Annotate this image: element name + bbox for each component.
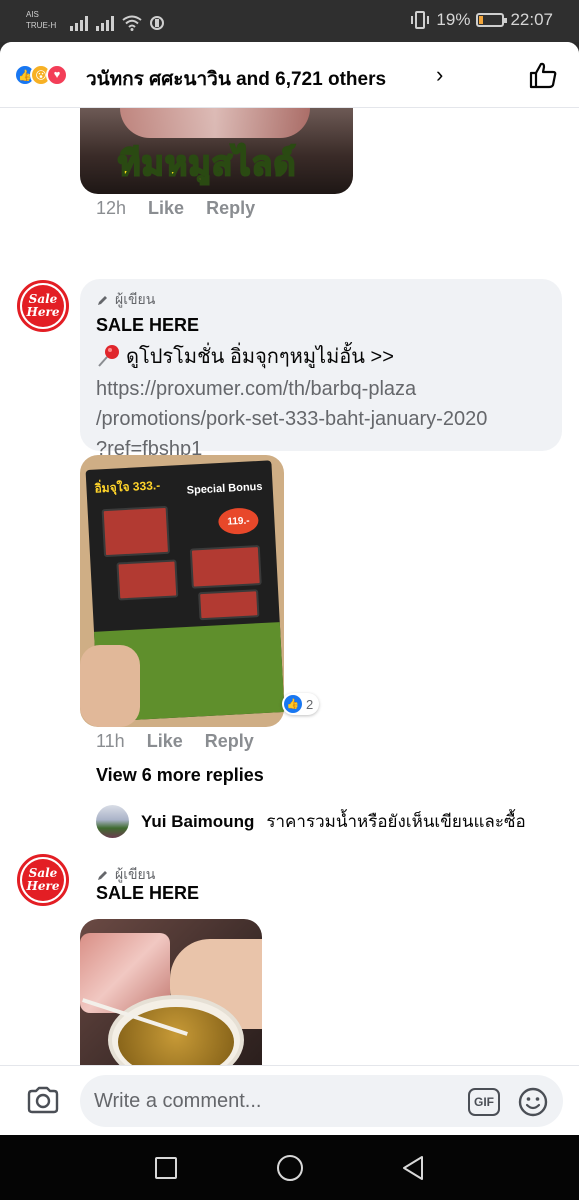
chevron-right-icon[interactable]: › [436,62,443,88]
reactions-header[interactable]: 👍 😮 ♥ วนัทกร ศศะนาวิน and 6,721 others › [0,42,579,108]
author-badge: ผู้เขียน [96,289,546,311]
comment-meta: 12h Like Reply [96,198,255,219]
reply-link[interactable]: Reply [206,198,255,219]
comment-author[interactable]: SALE HERE [96,315,546,336]
meat-tray [101,505,171,558]
emoji-icon[interactable] [517,1086,549,1118]
recents-button[interactable] [155,1157,177,1179]
sale-here-logo: Sale Here [22,859,64,901]
comment-text: ดูโปรโมชั่น อิ่มจุกๆหมูไม่อั้น >> [96,340,546,372]
pencil-icon [98,295,107,305]
system-nav-bar [0,1135,579,1200]
love-reaction-icon: ♥ [46,64,68,86]
comment-link[interactable]: https://proxumer.com/th/barbq-plaza /pro… [96,374,546,464]
comment-meta: 11h Like Reply [96,731,254,752]
meat-tray [116,559,179,601]
status-right: 19% 22:07 [410,10,553,30]
comment-bubble[interactable]: ผู้เขียน SALE HERE ดูโปรโมชั่น อิ่มจุกๆห… [80,279,562,460]
battery-percent: 19% [436,10,471,29]
reaction-summary[interactable]: วนัทกร ศศะนาวิน and 6,721 others [86,64,386,94]
sale-here-logo: Sale Here [22,285,64,327]
meat-tray [198,589,260,621]
like-reaction-icon: 👍 [284,695,302,713]
like-button-icon[interactable] [528,60,558,90]
wifi-icon [122,15,142,31]
gif-button[interactable]: GIF [468,1088,500,1116]
back-button[interactable] [400,1154,426,1182]
promo-title: อิ่มจุใจ 333.- [94,478,161,496]
battery-level [479,16,484,24]
pushpin-icon [98,345,119,367]
hand-photo [80,645,140,727]
comment-image[interactable]: อิ่มจุใจ 333.- Special Bonus 119.- [80,455,284,727]
pencil-icon [98,870,107,880]
comment-time: 11h [96,731,125,751]
promo-price: 119.- [217,507,260,536]
clock: 22:07 [510,10,553,29]
nfc-icon [150,16,164,30]
reaction-count[interactable]: 👍 2 [282,693,320,715]
comment-composer: GIF [0,1065,579,1135]
battery-icon [476,13,508,27]
like-link[interactable]: Like [147,731,183,752]
image-caption: ทีมหมูสไลด์ [117,144,297,184]
signal-icon [96,15,114,31]
promo-bonus: Special Bonus [186,480,263,497]
view-more-replies[interactable]: View 6 more replies [96,765,264,786]
comment-time: 12h [96,198,127,218]
camera-icon[interactable] [26,1086,60,1114]
avatar[interactable]: Sale Here [17,280,69,332]
comment-author[interactable]: SALE HERE [96,883,199,904]
meat-photo [120,108,310,138]
comments-list[interactable]: ทีมหมูสไลด์ 12h Like Reply Sale Here ผู้… [0,108,579,1065]
vibrate-icon [411,11,430,29]
avatar[interactable] [96,805,129,838]
meat-tray [189,545,262,589]
signal-icon [70,15,88,31]
avatar[interactable]: Sale Here [17,854,69,906]
home-button[interactable] [277,1155,303,1181]
status-icons [70,11,164,31]
reply-preview[interactable]: Yui Baimoung ราคารวมน้ำหรือยังเห็นเขียนแ… [96,805,526,838]
reply-text: ราคารวมน้ำหรือยังเห็นเขียนและซื้อ [266,812,526,831]
carrier-label: AIS TRUE-H [26,10,57,30]
like-link[interactable]: Like [148,198,184,219]
reply-link[interactable]: Reply [205,731,254,752]
reaction-icons: 👍 😮 ♥ [14,64,68,86]
comments-sheet: 👍 😮 ♥ วนัทกร ศศะนาวิน and 6,721 others ›… [0,42,579,1135]
comment-image[interactable] [80,919,262,1065]
status-bar: AIS TRUE-H 19% 22:07 [0,0,579,42]
reply-author[interactable]: Yui Baimoung [141,812,254,832]
comment-image[interactable]: ทีมหมูสไลด์ [80,108,353,194]
